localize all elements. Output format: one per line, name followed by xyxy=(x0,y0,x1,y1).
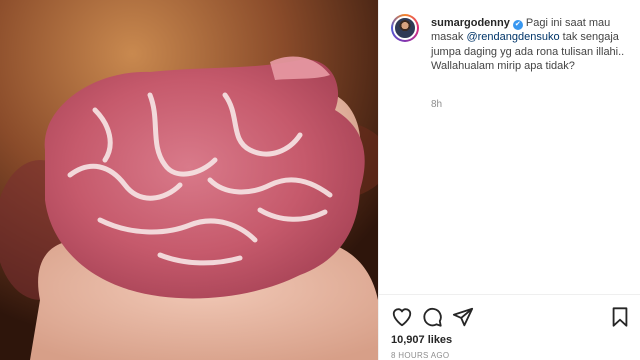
avatar[interactable] xyxy=(391,14,419,42)
post-panel: sumargodenny ✔ Pagi ini saat mau masak @r… xyxy=(378,0,640,360)
posted-timestamp: 8 HOURS AGO xyxy=(391,351,450,360)
mention-link[interactable]: @rendangdensuko xyxy=(466,31,559,43)
meat-photo-illustration xyxy=(0,0,378,360)
caption-text-3: Wallahualam mirip apa tidak? xyxy=(431,60,575,73)
caption: sumargodenny ✔ Pagi ini saat mau masak @r… xyxy=(431,16,631,74)
verified-icon: ✔ xyxy=(512,20,523,30)
share-icon[interactable] xyxy=(452,306,474,328)
username-link[interactable]: sumargodenny xyxy=(431,17,510,29)
comment-icon[interactable] xyxy=(421,306,443,328)
post-photo[interactable] xyxy=(0,0,378,360)
likes-count[interactable]: 10,907 likes xyxy=(391,334,452,346)
bookmark-icon[interactable] xyxy=(609,306,631,328)
action-bar xyxy=(379,294,640,335)
heart-icon[interactable] xyxy=(391,306,413,328)
time-ago[interactable]: 8h xyxy=(431,99,442,110)
